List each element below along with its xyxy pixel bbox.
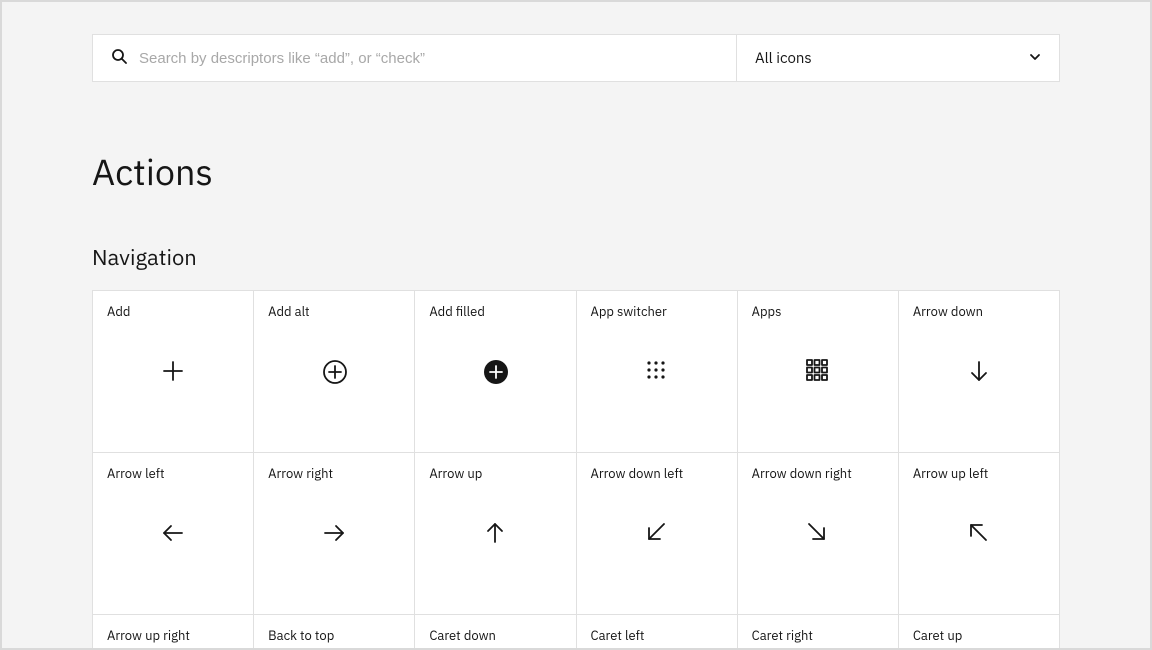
icon-tile-add-alt[interactable]: Add alt <box>254 291 414 452</box>
add-filled-icon <box>483 359 509 385</box>
icon-label: Apps <box>752 303 884 320</box>
icon-label: Caret down <box>429 627 561 644</box>
icon-label: Arrow up <box>429 465 561 482</box>
icon-tile-app-switcher[interactable]: App switcher <box>577 291 737 452</box>
icon-category-select[interactable]: All icons <box>737 35 1059 81</box>
icon-tile-arrow-up-left[interactable]: Arrow up left <box>899 453 1059 614</box>
arrow-down-right-icon <box>806 521 828 543</box>
add-icon <box>161 359 185 383</box>
icon-tile-back-to-top[interactable]: Back to top <box>254 615 414 650</box>
arrow-right-icon <box>322 521 346 545</box>
icon-label: Add filled <box>429 303 561 320</box>
icon-tile-add[interactable]: Add <box>93 291 253 452</box>
icon-tile-arrow-up[interactable]: Arrow up <box>415 453 575 614</box>
icon-label: Arrow up right <box>107 627 239 644</box>
icon-label: Caret left <box>591 627 723 644</box>
icon-label: Arrow right <box>268 465 400 482</box>
icon-tile-arrow-up-right[interactable]: Arrow up right <box>93 615 253 650</box>
icon-tile-caret-right[interactable]: Caret right <box>738 615 898 650</box>
icon-label: Add <box>107 303 239 320</box>
page-title: Actions <box>92 148 1060 195</box>
arrow-down-left-icon <box>645 521 667 543</box>
icon-tile-caret-left[interactable]: Caret left <box>577 615 737 650</box>
search-input[interactable] <box>139 50 718 67</box>
icon-tile-arrow-down[interactable]: Arrow down <box>899 291 1059 452</box>
search-icon <box>111 48 127 69</box>
icon-tile-caret-down[interactable]: Caret down <box>415 615 575 650</box>
search-filter-row: All icons <box>92 34 1060 82</box>
icon-label: Arrow down right <box>752 465 884 482</box>
icon-label: Arrow up left <box>913 465 1045 482</box>
icon-label: Caret up <box>913 627 1045 644</box>
search-input-wrapper[interactable] <box>93 35 737 81</box>
add-alt-icon <box>322 359 348 385</box>
chevron-down-icon <box>1029 49 1041 68</box>
icon-tile-apps[interactable]: Apps <box>738 291 898 452</box>
icon-label: App switcher <box>591 303 723 320</box>
icon-label: Arrow left <box>107 465 239 482</box>
icon-label: Add alt <box>268 303 400 320</box>
icon-label: Arrow down <box>913 303 1045 320</box>
arrow-left-icon <box>161 521 185 545</box>
apps-icon <box>806 359 828 381</box>
icon-label: Back to top <box>268 627 400 644</box>
icon-tile-arrow-right[interactable]: Arrow right <box>254 453 414 614</box>
arrow-up-left-icon <box>967 521 989 543</box>
section-title: Navigation <box>92 243 1060 272</box>
icon-label: Arrow down left <box>591 465 723 482</box>
select-value: All icons <box>755 49 812 68</box>
icon-tile-arrow-down-right[interactable]: Arrow down right <box>738 453 898 614</box>
icon-tile-caret-up[interactable]: Caret up <box>899 615 1059 650</box>
icon-tile-add-filled[interactable]: Add filled <box>415 291 575 452</box>
arrow-down-icon <box>967 359 991 383</box>
icon-label: Caret right <box>752 627 884 644</box>
icon-tile-arrow-left[interactable]: Arrow left <box>93 453 253 614</box>
arrow-up-icon <box>483 521 507 545</box>
icon-grid: Add Add alt Add filled App switcher Apps <box>92 290 1060 650</box>
app-switcher-icon <box>645 359 667 381</box>
icon-tile-arrow-down-left[interactable]: Arrow down left <box>577 453 737 614</box>
